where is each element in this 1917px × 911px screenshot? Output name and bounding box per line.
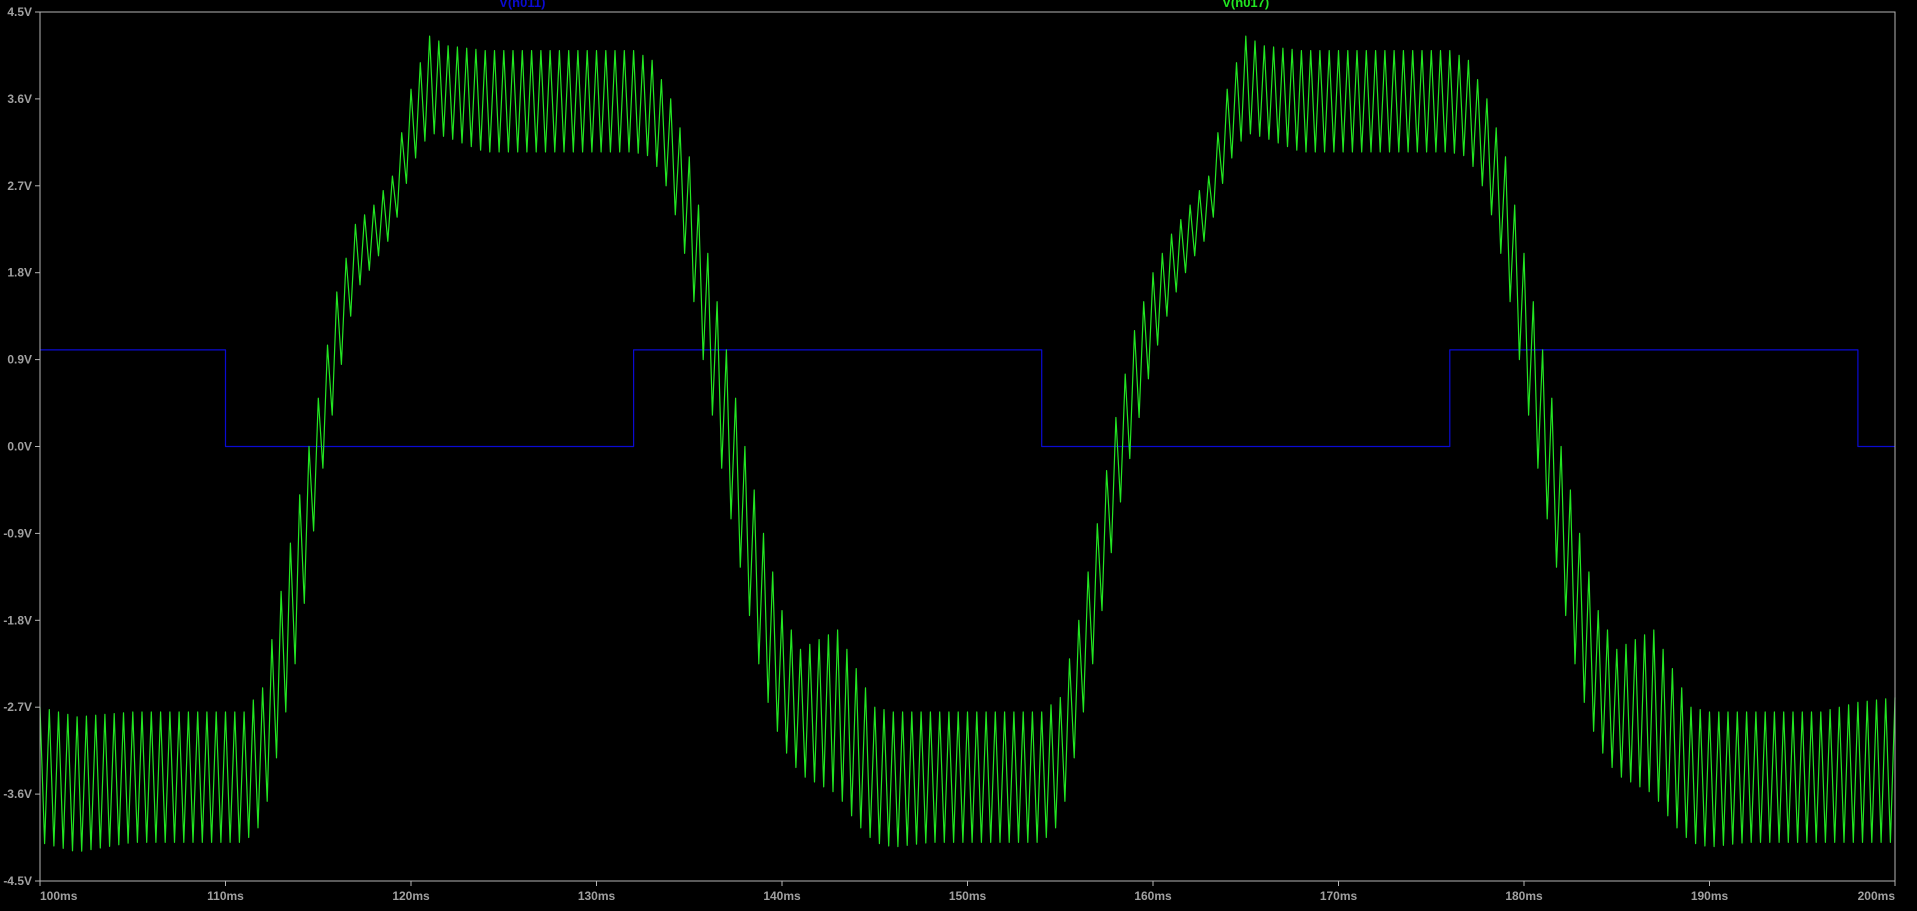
y-tick-label: -0.9V	[3, 526, 32, 540]
y-tick-label: -4.5V	[3, 874, 32, 888]
y-tick-label: -2.7V	[3, 700, 32, 714]
waveform-viewer[interactable]: 100ms 110ms 120ms 130ms 140ms 150ms 160ms 170ms…	[0, 0, 1917, 911]
x-tick-label: 200ms	[1858, 889, 1896, 903]
x-tick-label: 190ms	[1691, 889, 1729, 903]
x-tick-label: 130ms	[578, 889, 616, 903]
y-tick-label: 2.7V	[7, 179, 32, 193]
y-tick-label: -3.6V	[3, 787, 32, 801]
x-tick-label: 110ms	[207, 889, 244, 903]
plot-background	[0, 0, 1917, 911]
x-tick-label: 160ms	[1134, 889, 1172, 903]
trace-label[interactable]: V(n011)	[499, 0, 545, 10]
x-tick-label: 180ms	[1505, 889, 1543, 903]
x-tick-label: 120ms	[392, 889, 430, 903]
y-tick-label: 3.6V	[7, 92, 32, 106]
trace-label[interactable]: V(n017)	[1222, 0, 1269, 10]
y-tick-label: 0.9V	[7, 353, 32, 367]
waveform-plot[interactable]: 100ms 110ms 120ms 130ms 140ms 150ms 160ms 170ms…	[0, 0, 1917, 911]
x-tick-label: 100ms	[40, 889, 78, 903]
y-tick-label: -1.8V	[3, 613, 32, 627]
x-tick-label: 150ms	[949, 889, 987, 903]
y-tick-label: 0.0V	[7, 440, 32, 454]
x-tick-label: 140ms	[763, 889, 801, 903]
y-tick-label: 1.8V	[7, 266, 32, 280]
x-tick-label: 170ms	[1320, 889, 1358, 903]
y-tick-label: 4.5V	[7, 5, 32, 19]
